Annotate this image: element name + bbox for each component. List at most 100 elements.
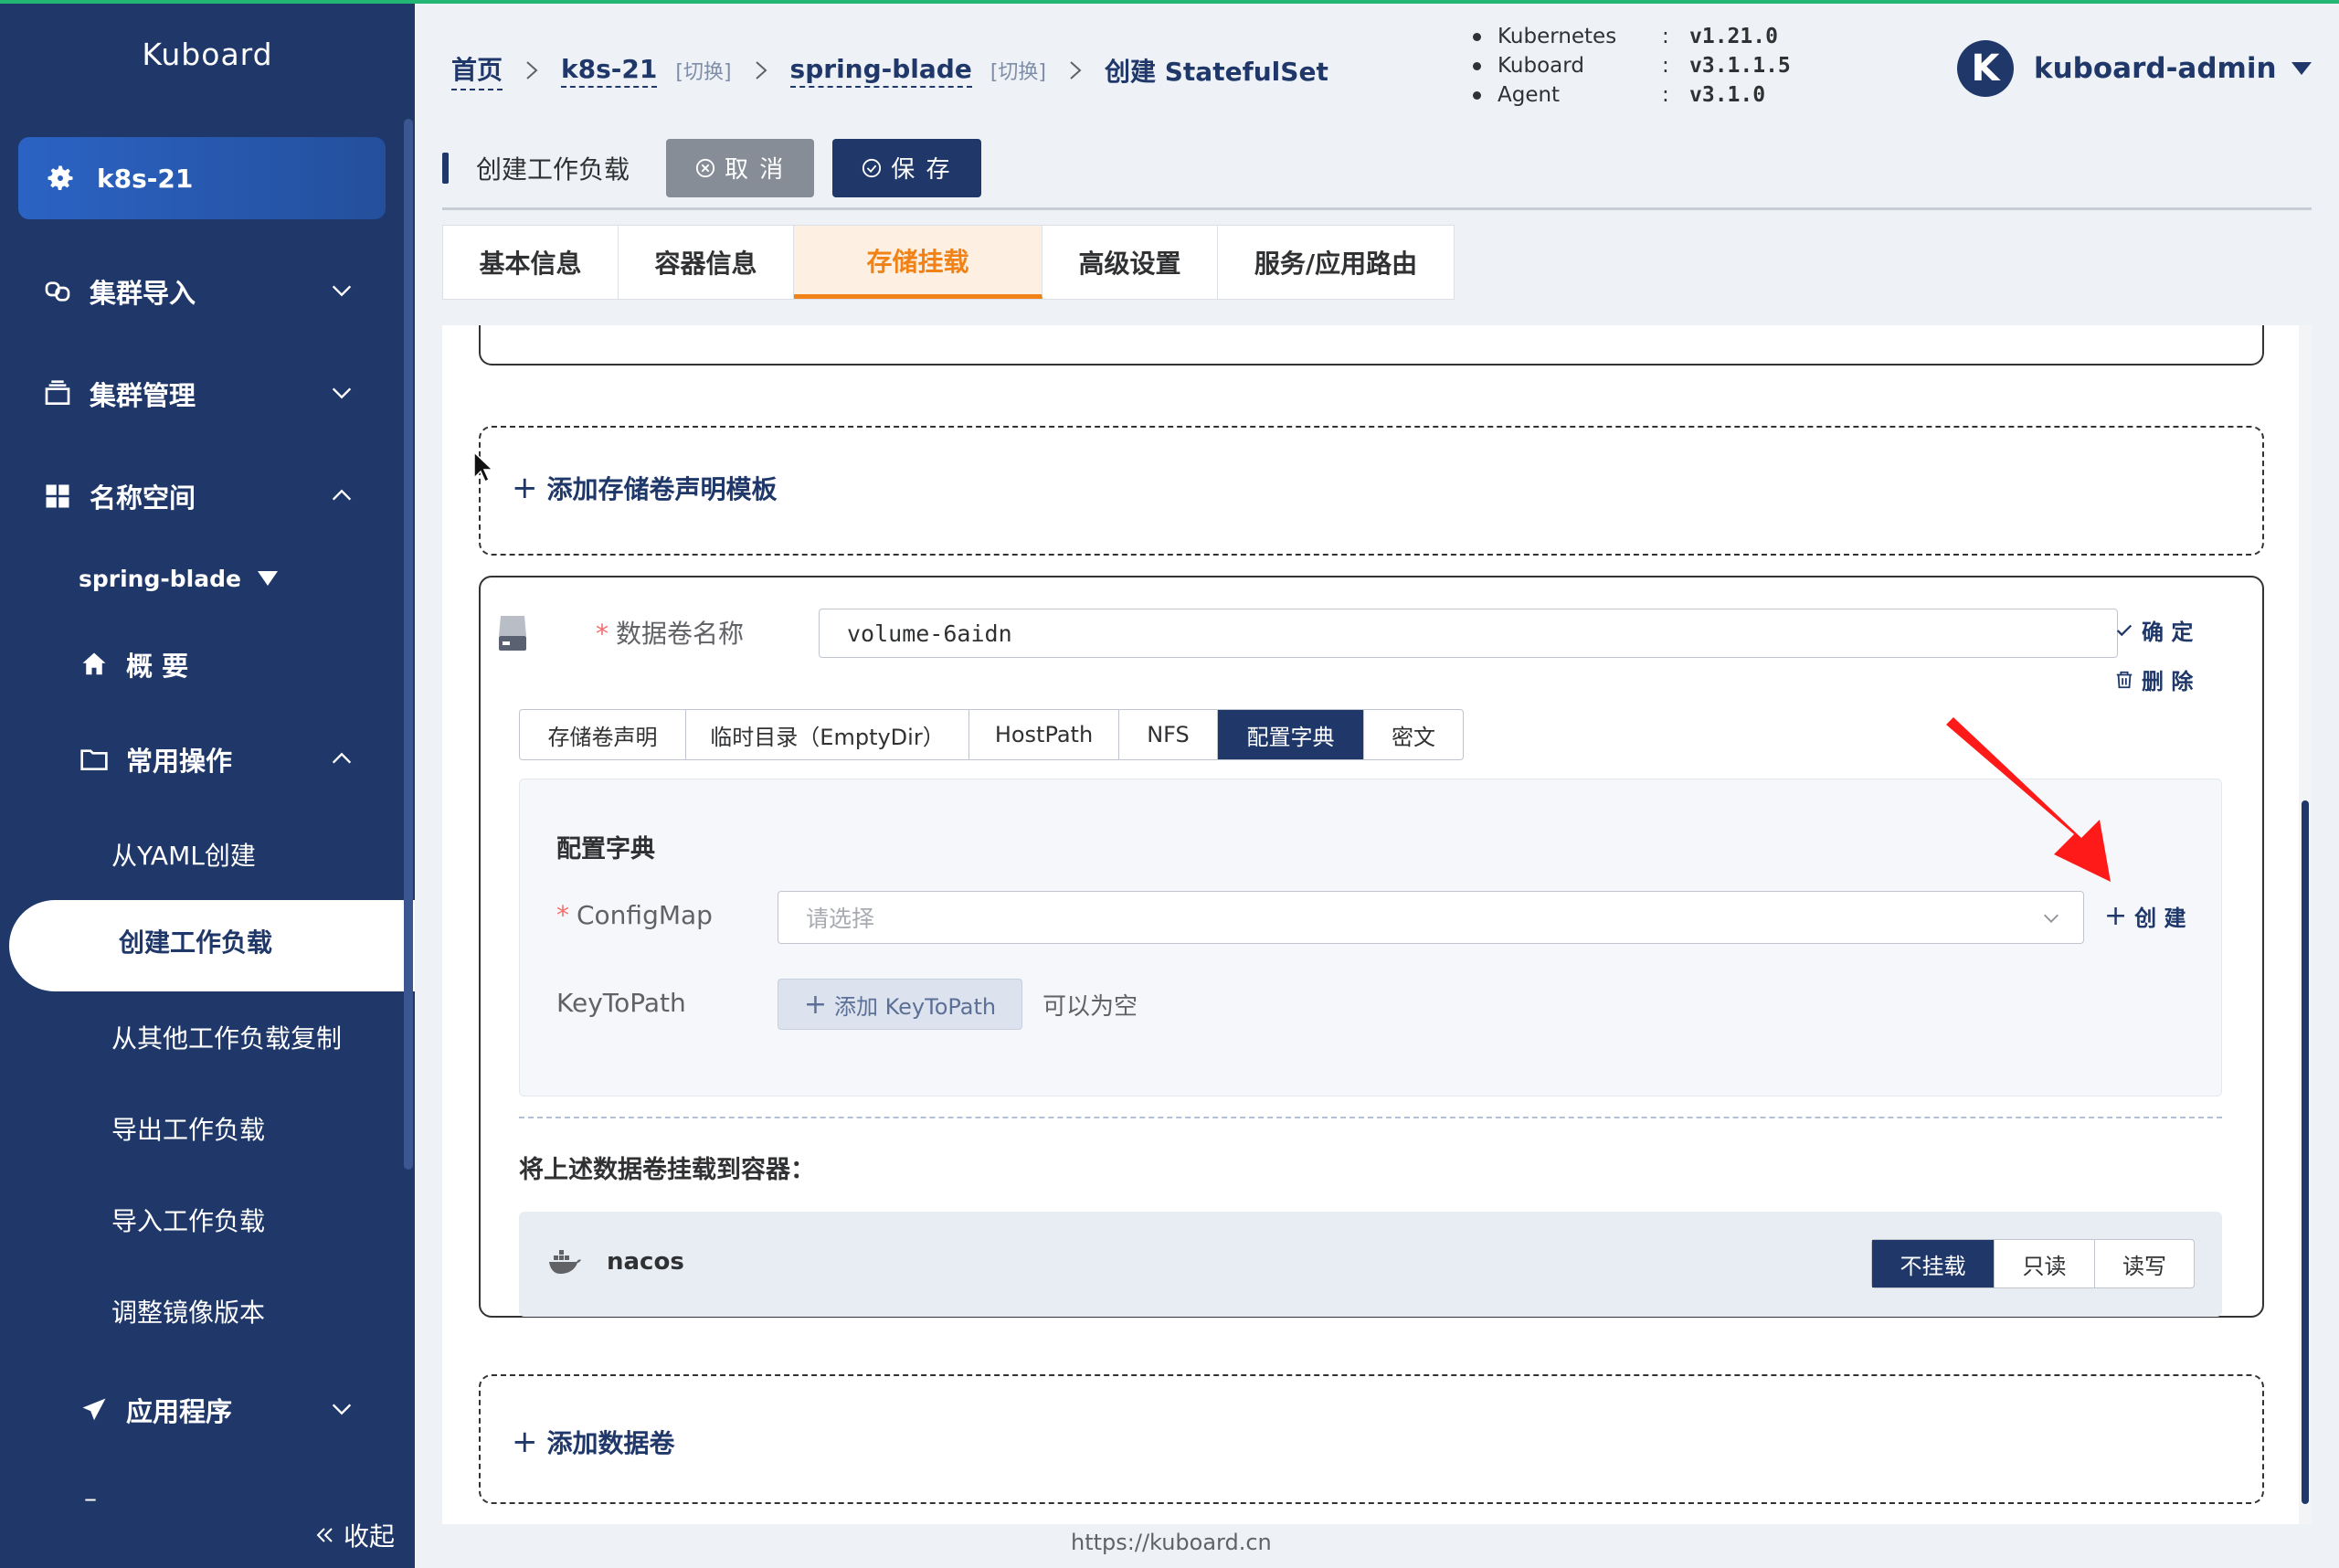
cancel-label: 取 消 (725, 156, 786, 184)
volume-type-pvc[interactable]: 存储卷声明 (520, 710, 686, 759)
chevron-down-icon (332, 387, 352, 399)
breadcrumb-switch-namespace[interactable]: [切换] (990, 56, 1046, 85)
breadcrumb-home[interactable]: 首页 (451, 50, 503, 90)
save-button[interactable]: 保 存 (832, 138, 981, 197)
add-volume-area[interactable]: + 添加数据卷 (479, 1374, 2264, 1504)
confirm-label: 确 定 (2142, 620, 2194, 645)
tab-advanced[interactable]: 高级设置 (1042, 226, 1218, 299)
version-row: Kuboard: v3.1.1.5 (1473, 51, 1791, 80)
chevron-right-icon (755, 61, 767, 79)
cluster-name: k8s-21 (97, 163, 194, 194)
plus-icon: + (512, 1424, 538, 1460)
sidebar-item-copy-workload[interactable]: 从其他工作负载复制 (0, 1005, 402, 1069)
breadcrumb-cluster[interactable]: k8s-21 (561, 54, 658, 88)
sidebar-item-namespace[interactable]: 名称空间 (0, 464, 402, 528)
mouse-cursor-icon (473, 451, 493, 482)
check-circle-icon (863, 158, 882, 177)
add-pvc-template-area[interactable]: + 添加存储卷声明模板 (479, 426, 2264, 556)
tab-storage[interactable]: 存储挂载 (794, 226, 1042, 299)
volume-type-emptydir[interactable]: 临时目录（EmptyDir） (686, 710, 969, 759)
sidebar-item-import-workload[interactable]: 导入工作负载 (0, 1188, 402, 1252)
add-pvc-template-link[interactable]: + 添加存储卷声明模板 (512, 470, 778, 506)
gear-icon (48, 165, 73, 191)
close-circle-icon (695, 158, 715, 177)
breadcrumb-namespace[interactable]: spring-blade (789, 54, 972, 88)
volume-type-hostpath[interactable]: HostPath (969, 710, 1119, 759)
confirm-button[interactable]: 确 定 (2114, 614, 2193, 646)
version-value: v1.21.0 (1689, 25, 1778, 48)
sidebar-item-export-workload[interactable]: 导出工作负载 (0, 1097, 402, 1160)
container-name: nacos (607, 1248, 684, 1276)
chevron-down-icon (332, 1404, 352, 1415)
sidebar-item-label: 概 要 (126, 651, 189, 682)
volume-type-nfs[interactable]: NFS (1119, 710, 1218, 759)
sidebar-item-overview[interactable]: 概 要 (0, 632, 402, 696)
create-configmap-button[interactable]: + 创 建 (2104, 900, 2186, 932)
divider (519, 1117, 2222, 1118)
volume-type-configmap[interactable]: 配置字典 (1218, 710, 1364, 759)
add-volume-link[interactable]: + 添加数据卷 (512, 1424, 675, 1460)
sidebar-scrollbar[interactable] (404, 119, 413, 1170)
link-icon (42, 276, 73, 307)
volume-name-label: * 数据卷名称 (596, 619, 745, 649)
sidebar-item-applications[interactable]: 应用程序 (0, 1378, 402, 1442)
sidebar-item-label: 导出工作负载 (111, 1115, 266, 1145)
sidebar-item-cluster-manage[interactable]: 集群管理 (0, 362, 402, 426)
sidebar-item-label: 应用程序 (126, 1396, 233, 1427)
version-value: v3.1.1.5 (1689, 54, 1791, 78)
mount-option-readwrite[interactable]: 读写 (2095, 1240, 2194, 1287)
sidebar-item-cluster-import[interactable]: 集群导入 (0, 260, 402, 323)
add-volume-label: 添加数据卷 (546, 1428, 675, 1458)
version-row: Agent: v3.1.0 (1473, 80, 1791, 110)
chevron-right-icon (526, 61, 538, 79)
sidebar-item-common-ops[interactable]: 常用操作 (0, 727, 402, 791)
create-label: 创 建 (2134, 906, 2186, 931)
check-icon (2116, 624, 2133, 636)
sidebar-item-adjust-image[interactable]: 调整镜像版本 (0, 1279, 402, 1343)
mount-option-none[interactable]: 不挂载 (1872, 1240, 1995, 1287)
footer-url[interactable]: https://kuboard.cn (1071, 1530, 1272, 1555)
version-name: Kubernetes (1498, 25, 1617, 48)
version-row: Kubernetes: v1.21.0 (1473, 22, 1791, 51)
docker-icon (549, 1250, 581, 1274)
version-name: Kuboard (1498, 54, 1584, 78)
tab-service-route[interactable]: 服务/应用路由 (1218, 226, 1454, 299)
add-keytopath-button[interactable]: + 添加 KeyToPath (778, 979, 1022, 1030)
chevron-right-icon (1070, 61, 1082, 79)
sidebar-item-label: 常用操作 (126, 746, 233, 777)
namespace-dropdown[interactable]: spring-blade (0, 546, 402, 610)
top-accent-line (0, 0, 2339, 4)
cluster-selector[interactable]: k8s-21 (18, 137, 386, 219)
cancel-button[interactable]: 取 消 (666, 138, 815, 197)
tab-container-info[interactable]: 容器信息 (619, 226, 794, 299)
breadcrumb-switch-cluster[interactable]: [切换] (675, 56, 731, 85)
trash-icon (2116, 671, 2133, 688)
mount-option-readonly[interactable]: 只读 (1995, 1240, 2095, 1287)
sidebar-item-label: 从YAML创建 (111, 841, 256, 871)
delete-button[interactable]: 删 除 (2114, 663, 2193, 695)
avatar: K (1957, 40, 2014, 97)
user-name: kuboard-admin (2034, 52, 2277, 85)
content-scrollbar[interactable] (2299, 325, 2312, 1524)
sidebar-item-label: 集群管理 (90, 380, 196, 411)
version-info: Kubernetes: v1.21.0 Kuboard: v3.1.1.5 Agen… (1473, 22, 1791, 110)
add-keytopath-label: 添加 KeyToPath (834, 993, 997, 1020)
plus-icon: + (2104, 900, 2128, 932)
breadcrumb: 首页 k8s-21 [切换] spring-blade [切换] 创建 Stat… (451, 50, 1328, 90)
volume-type-secret[interactable]: 密文 (1364, 710, 1463, 759)
tab-basic-info[interactable]: 基本信息 (443, 226, 619, 299)
disk-icon (499, 616, 526, 651)
user-menu[interactable]: K kuboard-admin (1957, 40, 2312, 97)
configmap-select[interactable]: 请选择 (778, 891, 2084, 944)
caret-down-icon (257, 571, 278, 586)
caret-down-icon (2291, 62, 2312, 75)
keytopath-hint: 可以为空 (1042, 993, 1138, 1021)
save-label: 保 存 (891, 156, 952, 184)
chevron-down-icon (332, 285, 352, 297)
home-icon (79, 649, 110, 680)
volume-name-input[interactable]: volume-6aidn (819, 609, 2118, 658)
version-value: v3.1.0 (1689, 83, 1766, 107)
configmap-label: * ConfigMap (556, 900, 713, 930)
collapse-sidebar-button[interactable]: 收起 (314, 1517, 395, 1553)
sidebar-item-from-yaml[interactable]: 从YAML创建 (0, 822, 402, 886)
